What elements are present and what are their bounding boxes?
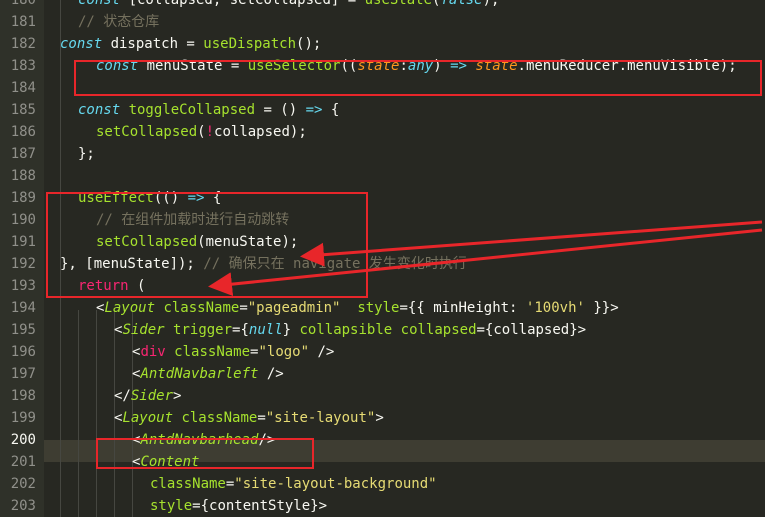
annotation-arrows <box>208 220 763 297</box>
arrow-to-line-192 <box>208 228 763 297</box>
code-editor[interactable]: 180 181 182 183 184 185 186 187 188 189 190 191 192 1… <box>0 0 765 517</box>
arrow-to-line-191 <box>300 220 763 267</box>
